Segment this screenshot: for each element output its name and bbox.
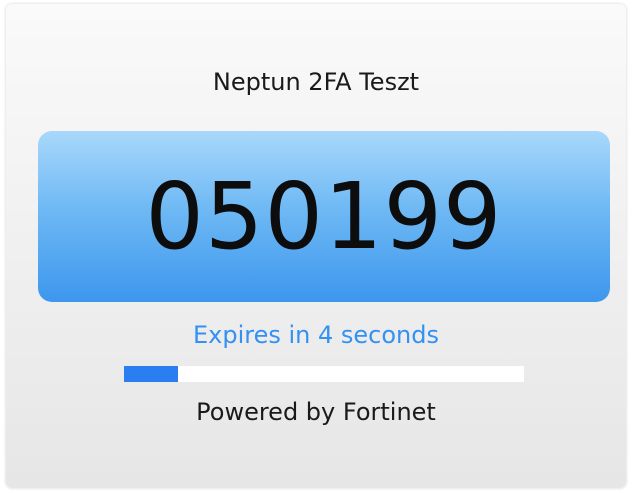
powered-by-label: Powered by Fortinet <box>196 398 436 426</box>
otp-code: 050199 <box>145 162 503 270</box>
expiry-progress-bar <box>124 366 524 382</box>
token-title: Neptun 2FA Teszt <box>212 68 420 96</box>
token-card: Neptun 2FA Teszt 050199 Expires in 4 sec… <box>6 4 626 488</box>
otp-code-box[interactable]: 050199 <box>38 131 610 302</box>
expiry-progress-fill <box>124 366 178 382</box>
expires-countdown: Expires in 4 seconds <box>192 321 439 349</box>
